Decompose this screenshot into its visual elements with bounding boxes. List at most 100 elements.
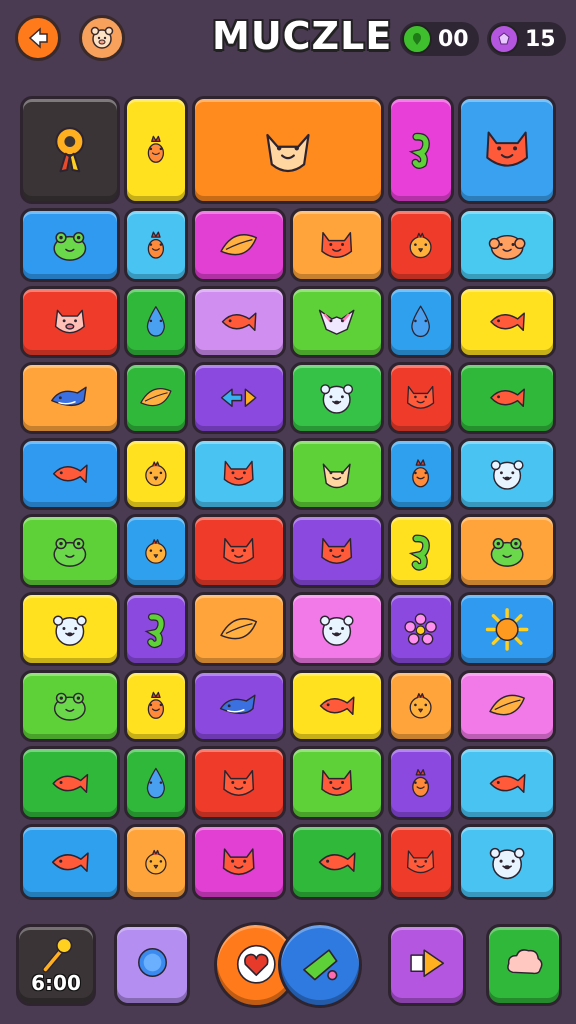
tile-sky-elephant[interactable] [458,208,556,282]
tile-orange-whale[interactable] [20,362,120,434]
tile-blue-drop[interactable] [388,286,454,358]
game-board [0,0,576,910]
fish-icon [23,441,117,507]
frog-icon [461,517,553,585]
tile-red-pig[interactable] [20,286,120,358]
tile-orange-fox-trio[interactable] [192,96,384,204]
tile-red-devil[interactable] [388,362,454,434]
tile-yellow-hamster[interactable] [20,592,120,666]
fox-icon [195,99,381,201]
heart-icon [229,937,284,993]
sprout-icon [127,673,185,739]
tile-red-cat-2[interactable] [192,746,286,820]
tile-golden-key[interactable] [20,96,120,204]
tile-orange-chick[interactable] [388,670,454,742]
tile-blue-tomato[interactable] [20,438,120,510]
tile-red-cat[interactable] [192,514,286,588]
leaf-icon [195,211,283,279]
tile-yellow-chick[interactable] [124,438,188,510]
sprout-icon [391,749,451,817]
tile-blue-redfish[interactable] [20,824,120,900]
bear-icon [461,441,553,507]
play-icon [402,938,452,991]
tile-green-fox[interactable] [290,438,384,510]
tile-green-bell[interactable] [124,746,188,820]
tile-sky-cat[interactable] [192,438,286,510]
frog-icon [23,211,117,279]
tile-magenta-cat[interactable] [192,824,286,900]
cat-icon [195,749,283,817]
tile-orange-bluecat[interactable] [290,208,384,282]
tile-red-chick[interactable] [388,208,454,282]
tile-sky-hamster[interactable] [458,824,556,900]
tile-green-bat[interactable] [290,286,384,358]
tile-blue-sprout[interactable] [388,438,454,510]
tile-magenta-seahorse[interactable] [388,96,454,204]
tile-yellow-sprout-2[interactable] [124,670,188,742]
tile-purple-sprout[interactable] [388,746,454,820]
bat-icon [293,289,381,355]
hint-button[interactable] [278,922,362,1008]
tile-blue-chick[interactable] [124,514,188,588]
fox-icon [293,441,381,507]
tile-pink-bear[interactable] [290,592,384,666]
whale-icon [23,365,117,431]
tile-green-fish-2[interactable] [20,746,120,820]
tile-purple-whale[interactable] [192,670,286,742]
tile-lilac-fish[interactable] [192,286,286,358]
timer-button[interactable]: 6:00 [16,924,96,1006]
seahorse-icon [391,517,451,585]
tile-purple-arrows[interactable] [192,362,286,434]
timer-label: 6:00 [31,971,81,995]
tile-purple-cat[interactable] [290,514,384,588]
tile-green-frog-2[interactable] [20,670,120,742]
fish-icon [293,673,381,739]
drop-icon [127,749,185,817]
tile-green-bluecat[interactable] [290,746,384,820]
fish-icon [293,827,381,897]
tile-blue-red-cat[interactable] [458,96,556,204]
tile-green-polar[interactable] [290,362,384,434]
blob-icon [461,211,553,279]
tile-green-drop[interactable] [124,286,188,358]
tile-red-bluecat[interactable] [388,824,454,900]
tile-orange-leaves[interactable] [192,592,286,666]
tile-purple-flower[interactable] [388,592,454,666]
cloud-button[interactable] [486,924,562,1006]
arrow-icon [195,365,283,431]
leaf-icon [127,365,185,431]
tile-yellow-redfish[interactable] [290,670,384,742]
tile-green-leaf[interactable] [124,362,188,434]
seahorse-icon [391,99,451,201]
tile-sky-bear[interactable] [458,438,556,510]
bear-icon [461,827,553,897]
tile-green-frog[interactable] [20,514,120,588]
sprout-icon [127,211,185,279]
leaf-icon [461,673,553,739]
tile-yellow-fish[interactable] [458,286,556,358]
tile-magenta-leaf[interactable] [192,208,286,282]
sprout-icon [127,99,185,201]
tile-green-bluefish[interactable] [290,824,384,900]
cat-icon [293,517,381,585]
tile-orange-devil[interactable] [124,824,188,900]
tile-blue-frog[interactable] [20,208,120,282]
whale-icon [195,673,283,739]
tile-blue-sun[interactable] [458,592,556,666]
shuffle-button[interactable] [114,924,190,1006]
tile-sky-sprout[interactable] [124,208,188,282]
chick-icon [127,827,185,897]
tile-yellow-seahorse[interactable] [388,514,454,588]
tile-sky-fish[interactable] [458,746,556,820]
chick-icon [127,441,185,507]
tile-green-fish[interactable] [458,362,556,434]
key-icon [23,99,117,201]
bear-icon [293,595,381,663]
cloud-icon [500,938,549,991]
tile-orange-frog[interactable] [458,514,556,588]
tile-yellow-sprout[interactable] [124,96,188,204]
tile-pink-shell[interactable] [458,670,556,742]
frog-icon [23,517,117,585]
tile-purple-seahorse[interactable] [124,592,188,666]
play-button[interactable] [388,924,466,1006]
